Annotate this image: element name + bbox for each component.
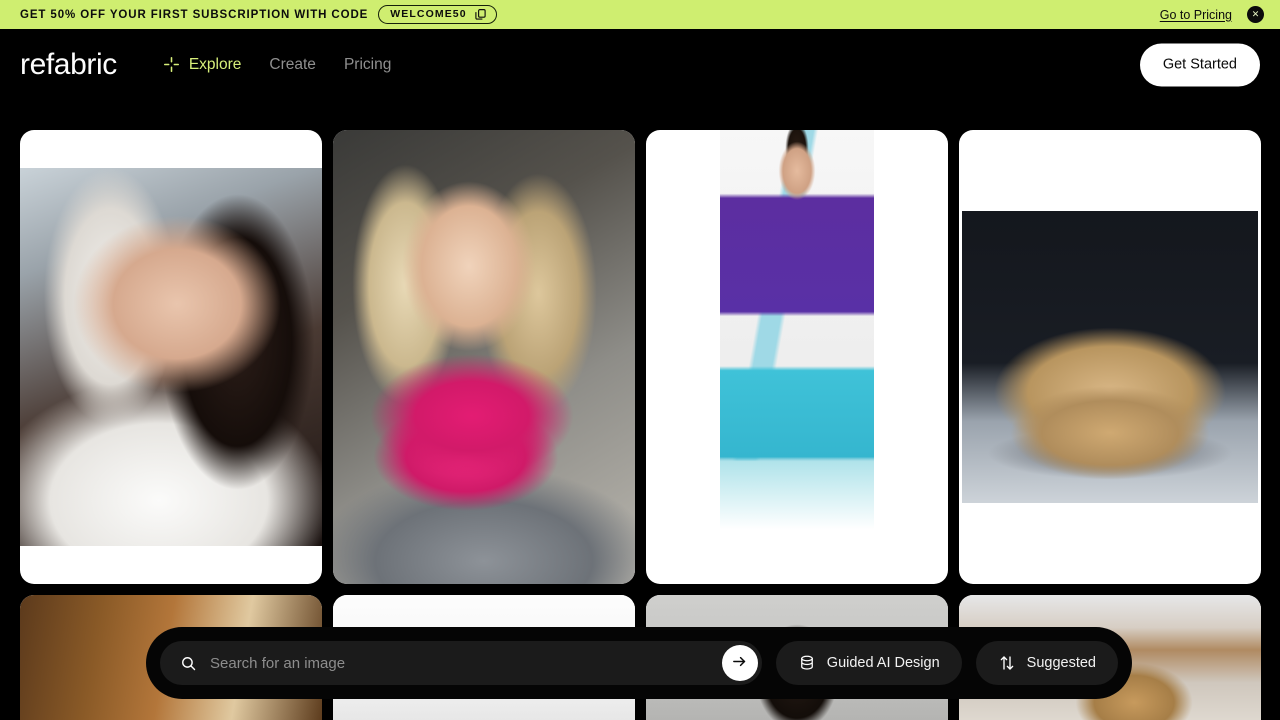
page-root: GET 50% OFF YOUR FIRST SUBSCRIPTION WITH…	[0, 0, 1280, 720]
card-image	[962, 211, 1258, 503]
guided-ai-design-button[interactable]: Guided AI Design	[775, 641, 962, 685]
card-image-frame	[333, 130, 635, 584]
nav-item-explore-label: Explore	[188, 55, 242, 73]
promo-code-text: WELCOME50	[390, 8, 467, 20]
nav-item-pricing[interactable]: Pricing	[330, 50, 405, 80]
close-icon[interactable]: ✕	[1247, 6, 1264, 23]
search-field[interactable]	[160, 641, 762, 685]
layers-stack-icon	[798, 654, 816, 672]
card-image-frame	[720, 130, 874, 584]
search-submit-button[interactable]	[721, 645, 758, 681]
card-image	[333, 130, 635, 584]
site-header: refabric Explore Create Pricing Get Star…	[0, 29, 1280, 100]
logo[interactable]: refabric	[20, 49, 117, 80]
copy-icon[interactable]	[474, 8, 487, 21]
promo-banner-content: GET 50% OFF YOUR FIRST SUBSCRIPTION WITH…	[20, 5, 497, 24]
sparkle-icon	[163, 56, 180, 73]
guided-ai-design-label: Guided AI Design	[826, 655, 940, 671]
search-icon	[180, 655, 197, 672]
search-input[interactable]	[210, 654, 714, 672]
search-bar: Guided AI Design Suggested	[146, 627, 1132, 699]
arrow-right-icon	[731, 653, 748, 673]
card-image-frame	[962, 211, 1258, 503]
main-nav: Explore Create Pricing	[149, 50, 405, 80]
promo-text: GET 50% OFF YOUR FIRST SUBSCRIPTION WITH…	[20, 8, 369, 21]
sort-arrows-icon	[998, 654, 1016, 672]
nav-item-pricing-label: Pricing	[343, 55, 392, 73]
promo-banner-actions: Go to Pricing ✕	[1160, 0, 1264, 29]
nav-item-create[interactable]: Create	[255, 50, 330, 80]
get-started-button[interactable]: Get Started	[1139, 43, 1260, 86]
suggested-label: Suggested	[1026, 655, 1096, 671]
gallery-card-portrait-dark-haired-woman-white-hood[interactable]	[20, 130, 322, 584]
promo-banner: GET 50% OFF YOUR FIRST SUBSCRIPTION WITH…	[0, 0, 1280, 29]
card-image-frame	[20, 168, 322, 546]
card-image	[20, 168, 322, 546]
gallery-card-model-purple-teal-embroidered-kurta[interactable]	[646, 130, 948, 584]
nav-item-create-label: Create	[269, 55, 316, 73]
card-image	[720, 130, 874, 584]
go-to-pricing-link[interactable]: Go to Pricing	[1160, 8, 1232, 22]
promo-code-chip[interactable]: WELCOME50	[378, 5, 497, 24]
suggested-sort-button[interactable]: Suggested	[975, 641, 1118, 685]
gallery-card-portrait-blonde-woman-pink-scarf[interactable]	[333, 130, 635, 584]
gallery-card-beige-ceramic-sculptural-vessel[interactable]	[959, 130, 1261, 584]
nav-item-explore[interactable]: Explore	[149, 50, 256, 80]
